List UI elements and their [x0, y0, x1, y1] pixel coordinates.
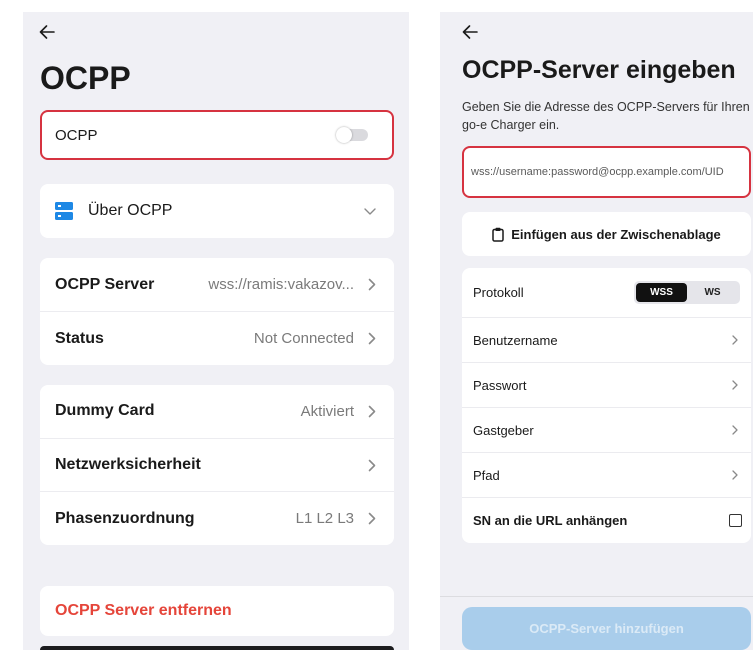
row-label: Status	[55, 329, 104, 347]
chevron-right-icon	[368, 278, 376, 291]
path-row[interactable]: Pfad	[462, 453, 751, 498]
row-label: Pfad	[473, 467, 500, 483]
status-value: Not Connected	[253, 330, 354, 347]
chevron-right-icon	[732, 425, 738, 435]
paste-from-clipboard-button[interactable]: Einfügen aus der Zwischenablage	[462, 212, 751, 256]
paste-button-label: Einfügen aus der Zwischenablage	[511, 226, 721, 242]
protocol-option-wss[interactable]: WSS	[636, 283, 687, 302]
ocpp-settings-screen: OCPP OCPP Über OCPP OCPP Server wss://ra…	[23, 12, 409, 650]
row-label: Benutzername	[473, 332, 558, 348]
chevron-down-icon	[364, 207, 376, 215]
about-ocpp-expander[interactable]: Über OCPP	[40, 184, 394, 238]
footer-divider	[440, 596, 753, 597]
chevron-right-icon	[732, 470, 738, 480]
network-security-row[interactable]: Netzwerksicherheit	[40, 439, 394, 493]
password-row[interactable]: Passwort	[462, 363, 751, 408]
username-row[interactable]: Benutzername	[462, 318, 751, 363]
ocpp-server-row[interactable]: OCPP Server wss://ramis:vakazov...	[40, 258, 394, 312]
page-description: Geben Sie die Adresse des OCPP-Servers f…	[462, 100, 750, 132]
row-label: OCPP Server	[55, 275, 155, 293]
advanced-settings-group: Dummy Card Aktiviert Netzwerksicherheit …	[40, 385, 394, 545]
chevron-right-icon	[368, 512, 376, 525]
row-label: Passwort	[473, 377, 527, 393]
protocol-segmented-control: WSS WS	[634, 281, 740, 304]
dummy-card-row[interactable]: Dummy Card Aktiviert	[40, 385, 394, 439]
clipboard-icon	[492, 227, 504, 242]
row-label: Netzwerksicherheit	[55, 456, 201, 473]
host-row[interactable]: Gastgeber	[462, 408, 751, 453]
server-url-input[interactable]	[462, 146, 751, 198]
row-label: Phasenzuordnung	[55, 509, 195, 527]
row-label: Gastgeber	[473, 422, 534, 438]
row-label: Dummy Card	[55, 402, 155, 420]
phase-mapping-row[interactable]: Phasenzuordnung L1 L2 L3	[40, 492, 394, 545]
chevron-right-icon	[732, 335, 738, 345]
ocpp-toggle-card: OCPP	[40, 110, 394, 160]
protocol-option-ws[interactable]: WS	[687, 283, 738, 302]
status-row[interactable]: Status Not Connected	[40, 312, 394, 365]
ocpp-toggle[interactable]	[336, 127, 370, 143]
page-title: OCPP-Server eingeben	[462, 56, 736, 84]
protocol-row: Protokoll WSS WS	[462, 268, 751, 318]
server-details-group: Protokoll WSS WS Benutzername Passwort G…	[462, 268, 751, 543]
server-icon	[55, 202, 73, 220]
bottom-action-bar[interactable]	[40, 646, 394, 650]
arrow-left-icon	[462, 25, 478, 39]
append-sn-label: SN an die URL anhängen	[473, 513, 628, 528]
chevron-right-icon	[732, 380, 738, 390]
row-value: Aktiviert	[300, 402, 354, 420]
server-settings-group: OCPP Server wss://ramis:vakazov... Statu…	[40, 258, 394, 365]
back-button[interactable]	[462, 25, 478, 39]
remove-ocpp-server-button[interactable]: OCPP Server entfernen	[40, 586, 394, 636]
add-ocpp-server-button[interactable]: OCPP-Server hinzufügen	[462, 607, 751, 650]
chevron-right-icon	[368, 459, 376, 471]
append-sn-checkbox[interactable]	[729, 514, 742, 527]
append-sn-row[interactable]: SN an die URL anhängen	[462, 498, 751, 543]
ocpp-toggle-label: OCPP	[55, 126, 98, 144]
row-value: L1 L2 L3	[295, 510, 354, 528]
back-button[interactable]	[39, 25, 55, 39]
row-value: wss://ramis:vakazov...	[208, 276, 354, 293]
chevron-right-icon	[368, 332, 376, 345]
about-ocpp-label: Über OCPP	[88, 202, 173, 219]
arrow-left-icon	[39, 25, 55, 39]
chevron-right-icon	[368, 405, 376, 418]
toggle-knob	[336, 127, 352, 143]
page-title: OCPP	[40, 60, 131, 96]
ocpp-server-input-screen: OCPP-Server eingeben Geben Sie die Adres…	[440, 12, 753, 650]
protocol-label: Protokoll	[473, 285, 524, 300]
